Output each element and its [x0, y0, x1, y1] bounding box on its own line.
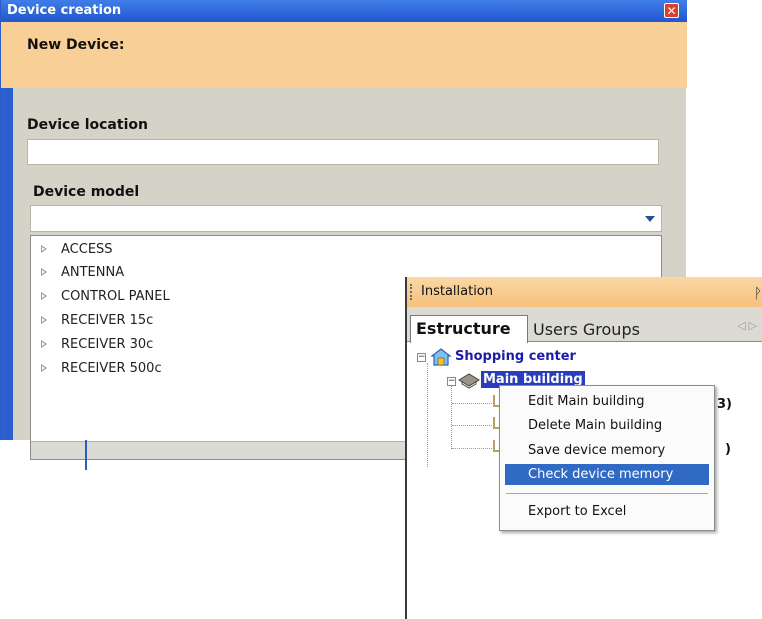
menu-item-save-memory[interactable]: Save device memory	[505, 440, 709, 461]
dropdown-option[interactable]: RECEIVER 15c	[41, 311, 153, 331]
menu-item-delete[interactable]: Delete Main building	[505, 415, 709, 436]
expand-arrow-icon	[41, 363, 47, 372]
device-location-input[interactable]	[27, 139, 659, 165]
menu-item-check-memory[interactable]: Check device memory	[505, 464, 709, 485]
tree-node-partial: 3)	[717, 397, 732, 412]
pin-icon[interactable]: ᚹ	[754, 279, 762, 309]
expand-arrow-icon	[41, 339, 47, 348]
menu-item-edit[interactable]: Edit Main building	[505, 391, 709, 412]
close-icon: ✕	[666, 4, 677, 18]
tree-node-shopping-center[interactable]: Shopping center	[455, 349, 576, 364]
context-menu: Edit Main building Delete Main building …	[499, 385, 715, 531]
dialog-left-bar	[1, 88, 13, 440]
device-model-combobox[interactable]	[30, 205, 662, 232]
expand-arrow-icon	[41, 244, 47, 253]
dialog-header: New Device:	[1, 22, 687, 88]
expand-arrow-icon	[41, 267, 47, 276]
dropdown-option[interactable]: ACCESS	[41, 240, 113, 260]
tree-guide	[451, 383, 452, 449]
tab-users-groups[interactable]: Users Groups	[533, 317, 640, 343]
panel-titlebar: Installation ᚹ	[407, 277, 762, 307]
panel-tabs: Estructure Users Groups ◁▷	[407, 307, 762, 343]
collapse-toggle-icon[interactable]: −	[417, 353, 426, 362]
tab-scroll-arrows-icon[interactable]: ◁▷	[737, 319, 760, 332]
close-button[interactable]: ✕	[664, 3, 679, 18]
tree-guide	[427, 363, 428, 467]
panel-title: Installation	[421, 284, 494, 299]
dropdown-option[interactable]: RECEIVER 30c	[41, 335, 153, 355]
shopping-center-icon	[430, 348, 452, 366]
collapse-toggle-icon[interactable]: −	[447, 377, 456, 386]
drag-grip-icon[interactable]	[410, 284, 415, 300]
building-icon	[458, 373, 480, 389]
dropdown-option[interactable]: CONTROL PANEL	[41, 287, 170, 307]
tree-guide	[452, 448, 492, 449]
menu-separator	[506, 493, 708, 494]
dialog-title: Device creation	[1, 0, 687, 22]
tab-estructure[interactable]: Estructure	[410, 315, 528, 343]
expand-arrow-icon	[41, 315, 47, 324]
dropdown-option[interactable]: ANTENNA	[41, 263, 124, 283]
dropdown-option[interactable]: RECEIVER 500c	[41, 359, 162, 379]
menu-item-export-excel[interactable]: Export to Excel	[505, 501, 709, 522]
tree-guide	[452, 403, 492, 404]
chevron-down-icon[interactable]	[645, 216, 655, 222]
expand-arrow-icon	[41, 291, 47, 300]
tree-node-partial: )	[725, 442, 731, 457]
device-location-label: Device location	[27, 117, 148, 133]
tree-guide	[452, 425, 492, 426]
window-edge	[85, 440, 87, 470]
device-model-label: Device model	[33, 184, 140, 200]
